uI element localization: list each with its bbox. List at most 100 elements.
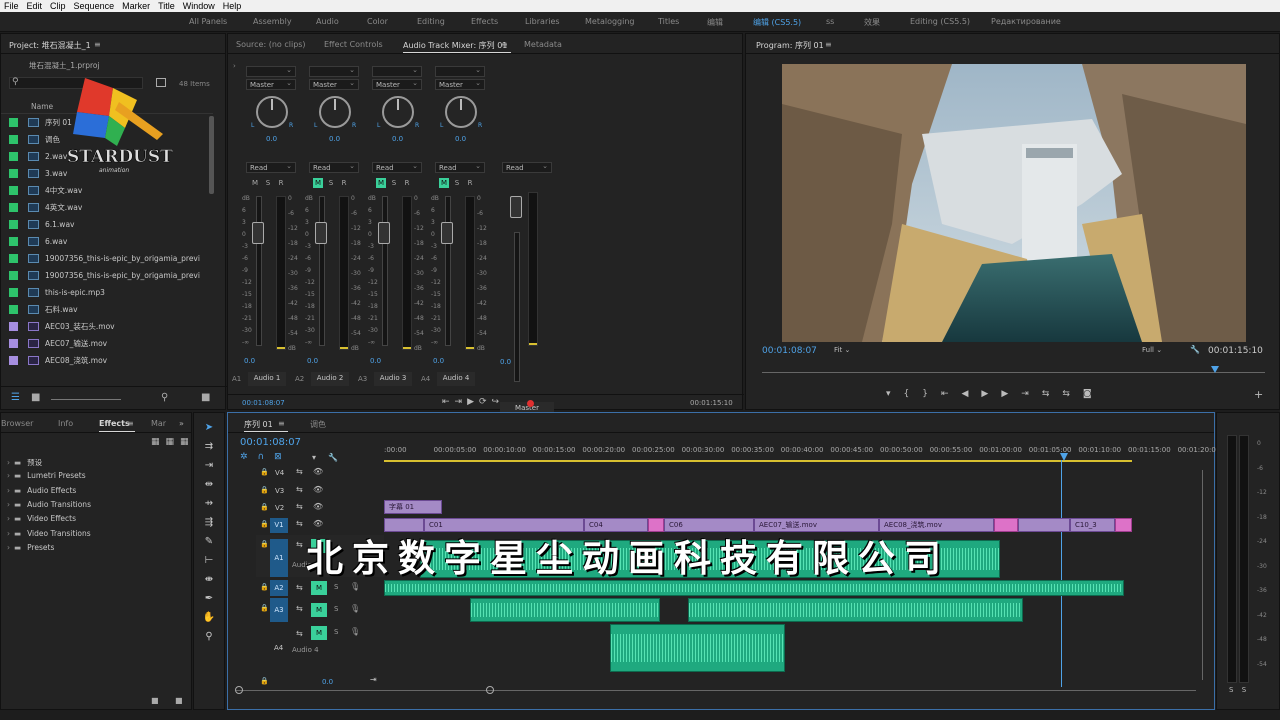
eye-icon[interactable]: 👁: [313, 485, 323, 494]
record-enable-button[interactable]: R: [339, 178, 349, 188]
track-label-target[interactable]: A3: [270, 598, 288, 622]
menu-sequence[interactable]: Sequence: [74, 1, 115, 11]
workspace-tab[interactable]: ss: [826, 17, 834, 26]
lock-icon[interactable]: 🔒: [260, 604, 269, 612]
timeline-toolbar[interactable]: ✲∩⊠: [240, 452, 292, 462]
program-timecode[interactable]: 00:01:08:07: [762, 346, 817, 356]
expand-arrow-icon[interactable]: ›: [7, 458, 10, 467]
effects-folder[interactable]: › ▬ Video Transitions: [7, 529, 91, 538]
pan-knob[interactable]: [256, 96, 288, 128]
output-route-select[interactable]: Master: [372, 78, 422, 90]
expand-arrow-icon[interactable]: ›: [7, 500, 10, 509]
audio-clip-a3[interactable]: [470, 598, 660, 622]
clip-v1[interactable]: [1115, 518, 1132, 532]
mute-button[interactable]: M: [250, 178, 260, 188]
clear-icon[interactable]: ■: [201, 392, 210, 403]
rate-stretch-tool-icon[interactable]: ⇸: [202, 497, 216, 511]
rate-tool-icon[interactable]: ⇶: [202, 516, 216, 530]
zoom-tool-icon[interactable]: ⚲: [202, 630, 216, 644]
volume-fader-track[interactable]: [382, 196, 388, 346]
project-item[interactable]: 6.1.wav: [9, 216, 209, 233]
mic-icon[interactable]: 🎙: [350, 582, 360, 591]
lock-icon[interactable]: 🔒: [260, 468, 269, 476]
menu-clip[interactable]: Clip: [50, 1, 66, 11]
menu-help[interactable]: Help: [223, 1, 242, 11]
record-button[interactable]: [527, 400, 534, 407]
solo-button[interactable]: S: [334, 605, 338, 613]
solo-left[interactable]: S: [1229, 686, 1236, 694]
solo-button[interactable]: S: [452, 178, 462, 188]
workspace-tab[interactable]: Titles: [658, 17, 679, 26]
find-icon[interactable]: ⚲: [161, 392, 168, 403]
timeline-timecode[interactable]: 00:01:08:07: [240, 437, 301, 448]
workspace-tab[interactable]: Color: [367, 17, 388, 26]
solo-button[interactable]: S: [326, 178, 336, 188]
sync-icon[interactable]: ⇆: [296, 604, 303, 613]
lock-icon[interactable]: 🔒: [260, 486, 269, 494]
menu-marker[interactable]: Marker: [122, 1, 150, 11]
record-enable-button[interactable]: R: [402, 178, 412, 188]
tab-audio-track-mixer[interactable]: Audio Track Mixer: 序列 01: [403, 40, 507, 51]
automation-mode-select[interactable]: Read: [502, 161, 552, 173]
volume-fader-track[interactable]: [256, 196, 262, 346]
expand-arrow-icon[interactable]: ›: [7, 529, 10, 538]
mute-button[interactable]: M: [311, 581, 327, 595]
workspace-tab[interactable]: Editing (CS5.5): [910, 17, 970, 26]
pan-knob[interactable]: [382, 96, 414, 128]
mic-icon[interactable]: 🎙: [350, 627, 360, 636]
hand-tool-icon[interactable]: ✋: [202, 611, 216, 625]
menu-title[interactable]: Title: [158, 1, 175, 11]
audio-clip-a2[interactable]: [384, 580, 1124, 596]
wrench-icon[interactable]: 🔧: [1190, 345, 1200, 354]
workspace-tab[interactable]: 编辑: [707, 17, 723, 28]
program-transport-controls[interactable]: ▾{}⇤◀▶▶⇥⇆⇆◙: [886, 389, 1105, 399]
track-label-target[interactable]: A1: [270, 539, 288, 577]
work-area-bar[interactable]: [384, 460, 1132, 462]
program-scrub-bar[interactable]: [762, 366, 1265, 378]
output-route-select[interactable]: Master: [246, 78, 296, 90]
tab-color[interactable]: 调色: [310, 419, 326, 430]
volume-fader-track[interactable]: [445, 196, 451, 346]
expand-arrow-icon[interactable]: ›: [7, 514, 10, 523]
eye-icon[interactable]: 👁: [313, 502, 323, 511]
program-playhead[interactable]: [1210, 366, 1219, 373]
selection-tool-icon[interactable]: ➤: [202, 421, 216, 435]
project-item[interactable]: 19007356_this-is-epic_by_origamia_previ: [9, 267, 209, 284]
record-enable-button[interactable]: R: [465, 178, 475, 188]
project-item[interactable]: 石料.wav: [9, 301, 209, 318]
workspace-tab[interactable]: Assembly: [253, 17, 292, 26]
pan-knob[interactable]: [445, 96, 477, 128]
effects-folder[interactable]: › ▬ Lumetri Presets: [7, 471, 86, 480]
panel-menu-icon[interactable]: ≡: [501, 40, 508, 49]
effects-folder[interactable]: › ▬ Presets: [7, 543, 54, 552]
mute-button[interactable]: M: [311, 626, 327, 640]
solo-button[interactable]: S: [334, 583, 338, 591]
automation-mode-select[interactable]: Read: [309, 161, 359, 173]
project-item[interactable]: 4中文.wav: [9, 182, 209, 199]
slip-tool-icon[interactable]: ⊢: [202, 554, 216, 568]
mute-button[interactable]: M: [376, 178, 386, 188]
effects-folder[interactable]: › ▬ 预设: [7, 457, 42, 468]
lock-icon[interactable]: 🔒: [260, 520, 269, 528]
sync-icon[interactable]: ⇆: [296, 467, 303, 476]
project-item[interactable]: AEC08_浇筑.mov: [9, 352, 209, 369]
timeline-h-scrollbar[interactable]: [236, 690, 1196, 691]
clip-v1[interactable]: [994, 518, 1018, 532]
solo-button[interactable]: S: [389, 178, 399, 188]
tab-source[interactable]: Source: (no clips): [236, 40, 306, 49]
sync-icon[interactable]: ⇆: [296, 485, 303, 494]
automation-mode-select[interactable]: Read: [372, 161, 422, 173]
new-bin-icon[interactable]: ■: [151, 696, 159, 705]
output-route-select[interactable]: Master: [435, 78, 485, 90]
project-item[interactable]: 4英文.wav: [9, 199, 209, 216]
workspace-tab[interactable]: Effects: [471, 17, 498, 26]
clip-v2-title[interactable]: 字幕 01: [384, 500, 442, 514]
lock-icon[interactable]: 🔒: [260, 540, 269, 548]
project-item[interactable]: AEC07_输送.mov: [9, 335, 209, 352]
master-fader-track[interactable]: [514, 232, 520, 382]
workspace-tab[interactable]: Audio: [316, 17, 339, 26]
delete-icon[interactable]: ■: [175, 696, 183, 705]
mic-icon[interactable]: 🎙: [350, 604, 360, 613]
tab-effects[interactable]: Effects: [99, 419, 130, 428]
project-tab[interactable]: Project: 堆石混凝土_1: [9, 40, 91, 51]
